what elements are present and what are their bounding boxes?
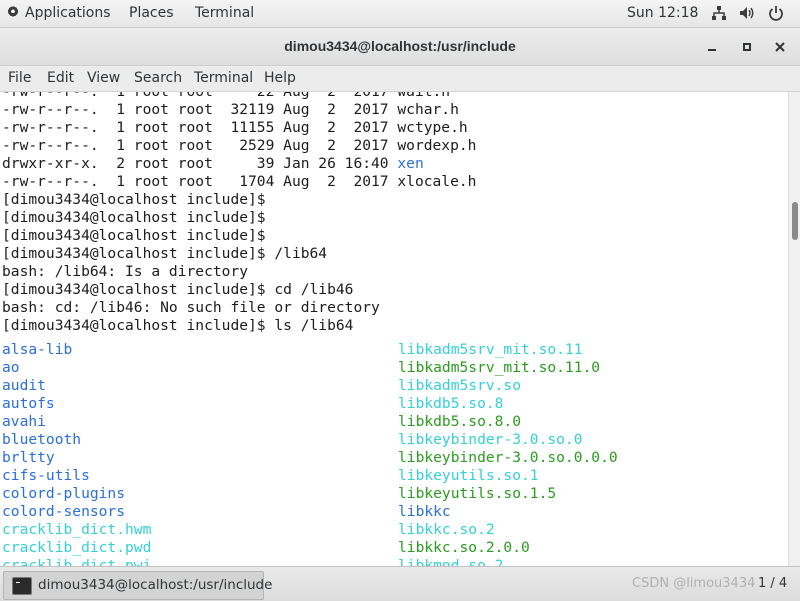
- ls-entry: audit: [2, 377, 46, 394]
- ls-entry: autofs: [2, 395, 55, 412]
- applications-label: Applications: [25, 5, 111, 21]
- terminal-line: bash: /lib64: Is a directory: [2, 263, 249, 280]
- ls-entry: ao: [2, 359, 20, 376]
- window-title: dimou3434@localhost:/usr/include: [284, 38, 516, 54]
- ls-entry: libkadm5srv_mit.so.11: [398, 341, 583, 358]
- terminal-line: [dimou3434@localhost include]$: [2, 227, 266, 244]
- terminal-line: -rw-r--r--. 1 root root 2529 Aug 2 2017 …: [2, 137, 477, 154]
- ls-entry: libkadm5srv.so: [398, 377, 522, 394]
- clock[interactable]: Sun 12:18: [627, 4, 698, 23]
- ls-entry: cifs-utils: [2, 467, 90, 484]
- terminal-line: [dimou3434@localhost include]$ ls /lib64: [2, 317, 354, 334]
- ls-entry: alsa-lib: [2, 341, 73, 358]
- ls-entry: libkeyutils.so.1: [398, 467, 539, 484]
- bottom-taskbar: dimou3434@localhost:/usr/include CSDN @l…: [0, 566, 800, 601]
- minimize-icon: [708, 49, 716, 51]
- menubar: File Edit View Search Terminal Help: [0, 66, 800, 92]
- terminal-output[interactable]: -rw-r--r--. 1 root root 22 Aug 2 2017 wa…: [0, 92, 788, 566]
- ls-entry: brltty: [2, 449, 55, 466]
- terminal-lines: -rw-r--r--. 1 root root 22 Aug 2 2017 wa…: [2, 92, 476, 335]
- ls-entry: libkmod.so.2: [398, 557, 504, 566]
- ls-entry: bluetooth: [2, 431, 82, 448]
- terminal-icon: [12, 577, 32, 595]
- ls-entry: colord-sensors: [2, 503, 126, 520]
- terminal-line: -rw-r--r--. 1 root root 11155 Aug 2 2017…: [2, 119, 468, 136]
- terminal-line: -rw-r--r--. 1 root root 1704 Aug 2 2017 …: [2, 173, 477, 190]
- menu-search[interactable]: Search: [134, 70, 182, 87]
- terminal-line: -rw-r--r--. 1 root root 32119 Aug 2 2017…: [2, 101, 459, 118]
- xen-directory: xen: [397, 155, 424, 172]
- menu-help[interactable]: Help: [264, 70, 296, 87]
- ls-column-right: libkadm5srv_mit.so.11 libkadm5srv_mit.so.…: [398, 341, 618, 566]
- ls-entry: libkeybinder-3.0.so.0.0.0: [398, 449, 618, 466]
- ls-entry: libkkc.so.2.0.0: [398, 539, 530, 556]
- power-icon[interactable]: [768, 5, 784, 21]
- minimize-button[interactable]: [704, 39, 720, 55]
- ls-entry: libkeyutils.so.1.5: [398, 485, 557, 502]
- terminal-scrollbar[interactable]: [788, 92, 800, 566]
- ls-entry: avahi: [2, 413, 46, 430]
- maximize-icon: [743, 43, 751, 51]
- places-menu[interactable]: Places: [129, 4, 174, 23]
- ls-entry: cracklib_dict.pwd: [2, 539, 152, 556]
- terminal-line: [dimou3434@localhost include]$: [2, 209, 266, 226]
- ls-entry: colord-plugins: [2, 485, 126, 502]
- ls-entry: libkeybinder-3.0.so.0: [398, 431, 583, 448]
- applications-menu[interactable]: Applications: [7, 4, 111, 23]
- menu-file[interactable]: File: [8, 70, 31, 87]
- menu-edit[interactable]: Edit: [47, 70, 74, 87]
- taskbar-terminal-window[interactable]: dimou3434@localhost:/usr/include: [3, 571, 272, 600]
- terminal-line: [dimou3434@localhost include]$ /lib64: [2, 245, 328, 262]
- watermark: CSDN @limou3434: [632, 576, 756, 591]
- ls-entry: libkkc: [398, 503, 451, 520]
- top-panel: Applications Places Terminal Sun 12:18: [0, 0, 800, 28]
- window-titlebar[interactable]: dimou3434@localhost:/usr/include: [0, 28, 800, 66]
- ls-column-left: alsa-lib ao audit autofs avahi bluetooth brltt…: [2, 341, 151, 566]
- taskbar-window-label: dimou3434@localhost:/usr/include: [38, 577, 273, 593]
- menu-view[interactable]: View: [87, 70, 120, 87]
- terminal-line: bash: cd: /lib46: No such file or direct…: [2, 299, 380, 316]
- terminal-line-text: drwxr-xr-x. 2 root root 39 Jan 26 16:40: [2, 155, 398, 172]
- network-icon[interactable]: [711, 5, 727, 21]
- terminal-app-menu[interactable]: Terminal: [195, 4, 254, 23]
- terminal-line: drwxr-xr-x. 2 root root 39 Jan 26 16:40 …: [2, 155, 476, 173]
- terminal-line: -rw-r--r--. 1 root root 22 Aug 2 2017 wa…: [2, 92, 476, 101]
- ls-entry: libkdb5.so.8.0: [398, 413, 522, 430]
- workspace-switcher[interactable]: 1 / 4: [758, 576, 787, 591]
- menu-terminal[interactable]: Terminal: [194, 70, 253, 87]
- close-button[interactable]: [772, 39, 788, 55]
- applications-icon: [7, 6, 19, 18]
- ls-entry: libkdb5.so.8: [398, 395, 504, 412]
- scrollbar-thumb[interactable]: [792, 202, 798, 240]
- terminal-line: [dimou3434@localhost include]$: [2, 191, 266, 208]
- ls-entry: cracklib_dict.hwm: [2, 521, 152, 538]
- ls-entry: cracklib_dict.pwi: [2, 557, 152, 566]
- maximize-button[interactable]: [739, 39, 755, 55]
- close-icon: [775, 42, 785, 52]
- ls-entry: libkkc.so.2: [398, 521, 495, 538]
- ls-entry: libkadm5srv_mit.so.11.0: [398, 359, 601, 376]
- terminal-line: [dimou3434@localhost include]$ cd /lib46: [2, 281, 354, 298]
- volume-icon[interactable]: [739, 5, 755, 21]
